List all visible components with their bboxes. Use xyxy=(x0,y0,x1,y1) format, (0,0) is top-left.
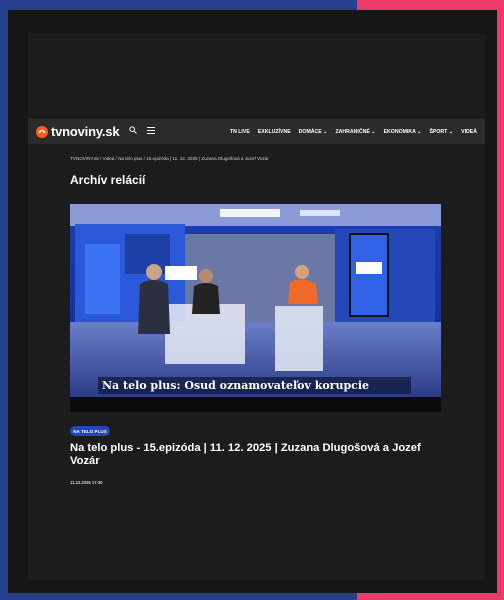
site-logo[interactable]: tvnoviny.sk xyxy=(36,124,120,139)
nav-item-videa[interactable]: VIDEÁ xyxy=(461,129,477,135)
nav-item-ekonomika[interactable]: EKONOMIKA ⌄ xyxy=(384,129,422,135)
website-screenshot: tvnoviny.sk TN LIVE EXKLUZÍVNE DOMÁCE ⌄ … xyxy=(28,33,485,580)
menu-icon[interactable] xyxy=(147,126,156,137)
page-title: Archív relácií xyxy=(70,173,146,187)
video-player[interactable]: Na telo plus: Osud oznamovateľov korupci… xyxy=(70,204,441,412)
main-menu: TN LIVE EXKLUZÍVNE DOMÁCE ⌄ ZAHRANIČNÉ ⌄… xyxy=(230,129,477,135)
episode-title[interactable]: Na telo plus - 15.epizóda | 11. 12. 2025… xyxy=(70,442,430,468)
video-controls-bar xyxy=(70,397,441,412)
video-caption: Na telo plus: Osud oznamovateľov korupci… xyxy=(98,377,411,394)
site-name: tvnoviny.sk xyxy=(51,124,120,139)
nav-item-sport[interactable]: ŠPORT ⌄ xyxy=(429,129,453,135)
nav-item-tn-live[interactable]: TN LIVE xyxy=(230,129,250,135)
nav-item-zahranicne[interactable]: ZAHRANIČNÉ ⌄ xyxy=(336,129,376,135)
nav-item-domace[interactable]: DOMÁCE ⌄ xyxy=(299,129,328,135)
top-navigation: tvnoviny.sk TN LIVE EXKLUZÍVNE DOMÁCE ⌄ … xyxy=(28,119,485,144)
logo-icon xyxy=(36,125,48,138)
search-icon[interactable] xyxy=(129,126,138,137)
show-tag[interactable]: NA TELO PLUS xyxy=(70,426,110,436)
breadcrumb[interactable]: TVNOVINY.sk / Videá / Na telo plus / 15.… xyxy=(70,156,269,161)
publish-date: 11.12.2025 17:30 xyxy=(70,480,103,485)
nav-item-exkluzivne[interactable]: EXKLUZÍVNE xyxy=(258,129,291,135)
